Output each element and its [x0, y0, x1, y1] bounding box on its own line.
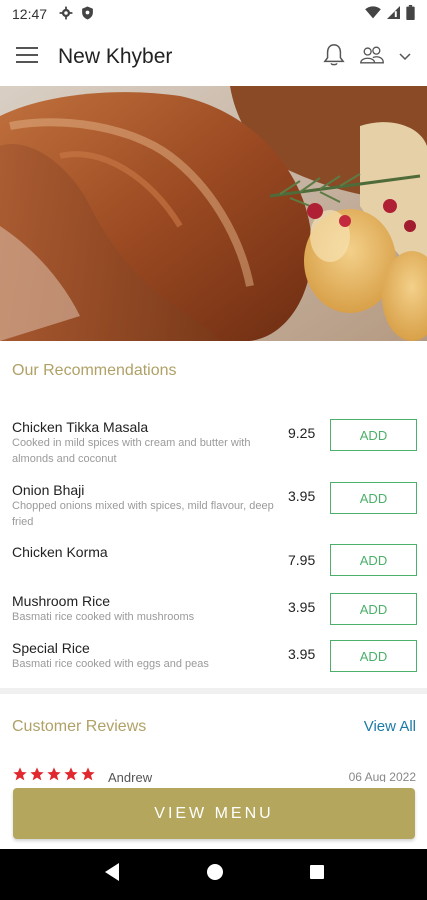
hero-image [0, 86, 427, 341]
star-icon [64, 767, 78, 781]
item-price: 9.25 [288, 425, 316, 441]
list-item: Special Rice Basmati rice cooked with eg… [12, 640, 417, 672]
review-author: Andrew [108, 770, 153, 782]
item-description: Chopped onions mixed with spices, mild f… [12, 500, 274, 528]
list-item: Mushroom Rice Basmati rice cooked with m… [12, 593, 417, 625]
star-icon [81, 767, 95, 781]
star-icon [47, 767, 61, 781]
item-price: 3.95 [288, 599, 316, 615]
reviews-title: Customer Reviews [12, 718, 147, 735]
page-title: New Khyber [58, 45, 173, 68]
users-icon[interactable] [359, 45, 385, 70]
bell-icon[interactable] [323, 43, 345, 72]
item-price: 7.95 [288, 552, 316, 568]
list-item: Chicken Korma 7.95 ADD [12, 544, 417, 576]
item-description: Basmati rice cooked with mushrooms [12, 611, 195, 623]
system-nav-bar [0, 849, 427, 900]
recents-icon[interactable] [309, 864, 325, 885]
star-icon [30, 767, 44, 781]
star-icon [13, 767, 27, 781]
review-date: 06 Aug 2022 [348, 770, 416, 782]
view-menu-button[interactable]: VIEW MENU [13, 788, 415, 839]
chevron-down-icon[interactable] [399, 48, 411, 66]
back-icon[interactable] [103, 862, 121, 887]
app-bar: New Khyber [0, 28, 427, 86]
review-preview[interactable]: Andrew 06 Aug 2022 [12, 766, 416, 782]
add-button[interactable]: ADD [330, 482, 417, 514]
settings-icon [59, 6, 73, 23]
status-bar: 12:47 [0, 0, 427, 28]
home-icon[interactable] [206, 863, 224, 886]
item-price: 3.95 [288, 488, 316, 504]
add-button[interactable]: ADD [330, 640, 417, 672]
menu-icon[interactable] [16, 46, 38, 68]
list-item: Chicken Tikka Masala Cooked in mild spic… [12, 419, 417, 467]
list-item: Onion Bhaji Chopped onions mixed with sp… [12, 482, 417, 530]
add-button[interactable]: ADD [330, 593, 417, 625]
view-all-link[interactable]: View All [364, 718, 416, 735]
item-description: Basmati rice cooked with eggs and peas [12, 658, 209, 670]
item-description: Cooked in mild spices with cream and but… [12, 437, 251, 465]
status-time: 12:47 [12, 6, 48, 22]
signal-icon [387, 6, 400, 22]
battery-icon [406, 5, 415, 23]
item-price: 3.95 [288, 646, 316, 662]
recommendations-title: Our Recommendations [12, 362, 177, 379]
shield-icon [81, 6, 94, 23]
section-divider [0, 688, 427, 694]
wifi-icon [365, 6, 381, 22]
add-button[interactable]: ADD [330, 544, 417, 576]
add-button[interactable]: ADD [330, 419, 417, 451]
